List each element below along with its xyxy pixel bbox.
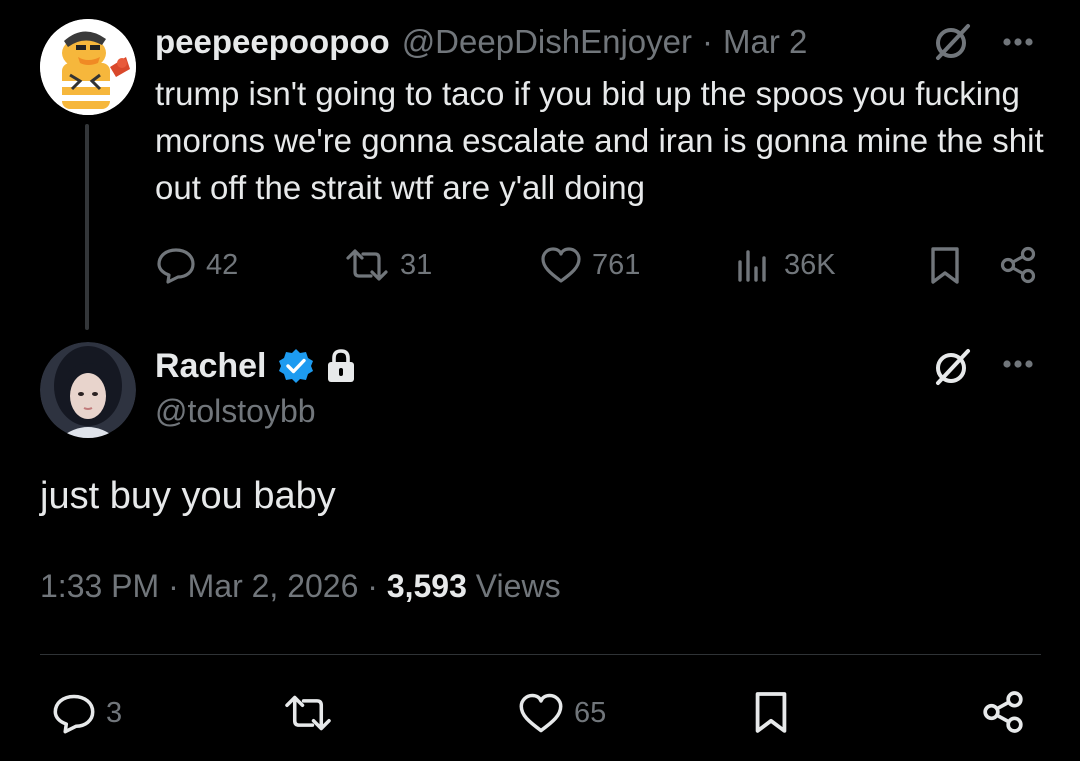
like-count: 65: [574, 696, 607, 729]
grok-button[interactable]: [930, 20, 974, 69]
parent-reply-count: 42: [206, 248, 239, 281]
reply-icon: [53, 694, 95, 734]
separator-dot: ·: [701, 23, 713, 60]
parent-views-button[interactable]: 36K: [734, 244, 836, 286]
heart-icon: [519, 693, 563, 733]
tweet-time[interactable]: 1:33 PM: [40, 568, 159, 604]
repost-button[interactable]: [282, 690, 334, 736]
parent-date[interactable]: Mar 2: [723, 23, 807, 61]
reply-tweet-text: just buy you baby: [40, 475, 336, 517]
grok-icon: [936, 24, 970, 60]
grok-icon: [936, 349, 970, 385]
more-dots-icon: [1003, 38, 1033, 46]
verified-badge-icon[interactable]: [277, 347, 315, 385]
reply-handle[interactable]: @tolstoybb: [155, 393, 316, 430]
parent-tweet-text: trump isn't going to taco if you bid up …: [155, 75, 1044, 206]
more-dots-icon: [1003, 360, 1033, 368]
reply-icon: [157, 248, 195, 284]
like-button[interactable]: 65: [518, 690, 606, 736]
reply-display-name[interactable]: Rachel: [155, 347, 267, 386]
separator-dot: ·: [367, 568, 387, 604]
views-count[interactable]: 3,593: [387, 568, 476, 604]
more-options-button[interactable]: [998, 346, 1038, 382]
parent-tweet-header: peepeepoopoo @DeepDishEnjoyer · Mar 2: [155, 22, 807, 62]
bookmark-icon: [931, 247, 959, 284]
reply-name-row: Rachel: [155, 345, 357, 387]
reply-button[interactable]: 3: [52, 690, 122, 736]
reply-avatar[interactable]: [40, 342, 136, 438]
parent-like-count: 761: [592, 248, 641, 281]
lock-icon: [327, 349, 354, 382]
bookmark-button[interactable]: [752, 690, 790, 741]
analytics-bars-icon: [738, 250, 766, 282]
tweet-meta-row: 1:33 PM · Mar 2, 2026 · 3,593 Views: [40, 568, 561, 605]
parent-handle[interactable]: @DeepDishEnjoyer: [402, 23, 692, 61]
share-button[interactable]: [980, 689, 1026, 740]
more-options-button[interactable]: [998, 24, 1038, 60]
tweet-date[interactable]: Mar 2, 2026: [188, 568, 359, 604]
parent-avatar[interactable]: [40, 19, 136, 115]
parent-repost-button[interactable]: 31: [344, 244, 432, 286]
separator-dot: ·: [168, 568, 188, 604]
heart-icon: [541, 247, 581, 283]
grok-button[interactable]: [930, 345, 974, 394]
reply-count: 3: [106, 696, 123, 729]
repost-icon: [285, 695, 331, 731]
parent-share-button[interactable]: [998, 245, 1038, 290]
divider: [40, 654, 1041, 655]
parent-views-count: 36K: [784, 248, 836, 281]
parent-reply-button[interactable]: 42: [156, 244, 238, 286]
thread-connector-line: [85, 124, 89, 330]
portrait-avatar-icon: [40, 342, 136, 438]
share-icon: [983, 691, 1023, 733]
parent-display-name[interactable]: peepeepoopoo: [155, 23, 390, 61]
parent-like-button[interactable]: 761: [540, 244, 640, 286]
bookmark-icon: [755, 692, 787, 733]
share-icon: [1000, 246, 1036, 284]
duck-avatar-icon: [40, 19, 136, 115]
repost-icon: [346, 249, 388, 281]
views-label: Views: [475, 568, 561, 604]
parent-repost-count: 31: [400, 248, 433, 281]
parent-bookmark-button[interactable]: [928, 246, 962, 291]
